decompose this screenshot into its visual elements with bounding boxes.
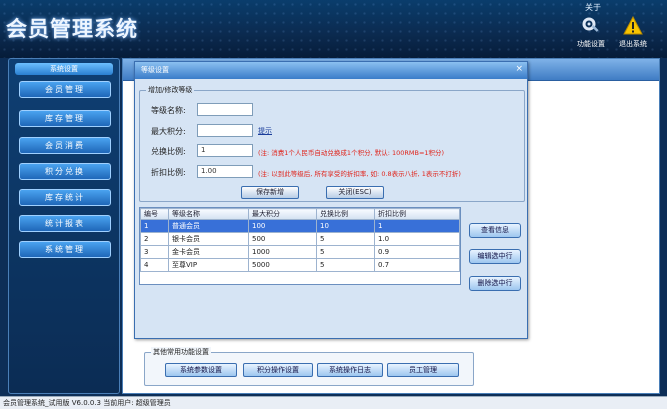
sidebar-header[interactable]: 系统设置 [15, 63, 113, 75]
about-link[interactable]: 关于 [585, 2, 601, 13]
discount-ratio-input[interactable]: 1.00 [197, 165, 253, 178]
table-row[interactable]: 2 银卡会员 500 5 1.0 [140, 232, 460, 246]
table-cell: 0.9 [374, 245, 460, 259]
status-bar: 会员管理系统_试用版 V6.0.0.3 当前用户: 超级管理员 [0, 396, 667, 409]
exchange-ratio-input[interactable]: 1 [197, 144, 253, 157]
column-header[interactable]: 等级名称 [168, 208, 249, 220]
level-settings-dialog: 等级设置 × 增加/修改等级 等级名称: 最大积分: 提示 兑换比例: 1 (注… [134, 61, 528, 339]
table-cell: 500 [248, 232, 317, 246]
table-cell: 银卡会员 [168, 232, 249, 246]
table-cell: 1.0 [374, 232, 460, 246]
table-cell: 至尊VIP [168, 258, 249, 272]
sidebar-item-members[interactable]: 会员管理 [19, 81, 111, 98]
sidebar: 系统设置 会员管理 库存管理 会员消费 积分兑换 库存统计 统计报表 系统管理 [8, 58, 120, 394]
operation-log-button[interactable]: 系统操作日志 [317, 363, 383, 377]
table-cell: 普通会员 [168, 219, 249, 233]
table-row[interactable]: 1 普通会员 100 10 1 [140, 219, 460, 233]
system-params-button[interactable]: 系统参数设置 [165, 363, 237, 377]
table-cell: 5 [316, 245, 375, 259]
table-row[interactable]: 4 至尊VIP 5000 5 0.7 [140, 258, 460, 272]
edit-row-button[interactable]: 编辑选中行 [469, 249, 521, 264]
table-cell: 5000 [248, 258, 317, 272]
table-cell: 5 [316, 232, 375, 246]
gear-icon [582, 17, 599, 32]
settings-tool-label: 功能设置 [577, 40, 605, 48]
dialog-title: 等级设置 [135, 62, 527, 79]
column-header[interactable]: 兑换比例 [316, 208, 375, 220]
table-cell: 4 [140, 258, 169, 272]
discount-ratio-label: 折扣比例: [151, 168, 186, 177]
view-info-button[interactable]: 查看信息 [469, 223, 521, 238]
exchange-ratio-label: 兑换比例: [151, 147, 186, 156]
table-cell: 2 [140, 232, 169, 246]
level-name-label: 等级名称: [151, 106, 186, 115]
top-banner: 会员管理系统 关于 功能设置 退出系统 [0, 0, 667, 58]
table-cell: 1000 [248, 245, 317, 259]
table-cell: 3 [140, 245, 169, 259]
table-cell: 10 [316, 219, 375, 233]
table-cell: 金卡会员 [168, 245, 249, 259]
max-points-label: 最大积分: [151, 127, 186, 136]
table-header-row: 编号 等级名称 最大积分 兑换比例 折扣比例 [140, 208, 460, 220]
table-cell: 1 [140, 219, 169, 233]
exit-tool[interactable]: 退出系统 [612, 16, 654, 49]
sidebar-item-system[interactable]: 系统管理 [19, 241, 111, 258]
table-row[interactable]: 3 金卡会员 1000 5 0.9 [140, 245, 460, 259]
points-settings-button[interactable]: 积分操作设置 [243, 363, 313, 377]
edit-level-legend: 增加/修改等级 [146, 85, 195, 95]
sidebar-item-exchange[interactable]: 积分兑换 [19, 163, 111, 180]
sidebar-item-stock[interactable]: 库存统计 [19, 189, 111, 206]
sidebar-item-reports[interactable]: 统计报表 [19, 215, 111, 232]
hint-link[interactable]: 提示 [258, 126, 272, 136]
warning-icon [623, 16, 643, 35]
column-header[interactable]: 最大积分 [248, 208, 317, 220]
max-points-input[interactable] [197, 124, 253, 137]
table-cell: 5 [316, 258, 375, 272]
close-button[interactable]: 关闭(ESC) [326, 186, 384, 199]
level-table[interactable]: 编号 等级名称 最大积分 兑换比例 折扣比例 1 普通会员 100 10 1 2 银卡会员… [139, 207, 461, 285]
other-functions-group: 其他常用功能设置 系统参数设置 积分操作设置 系统操作日志 员工管理 [144, 347, 474, 386]
column-header[interactable]: 编号 [140, 208, 169, 220]
column-header[interactable]: 折扣比例 [374, 208, 460, 220]
sidebar-item-inventory[interactable]: 库存管理 [19, 110, 111, 127]
settings-tool[interactable]: 功能设置 [570, 16, 612, 49]
table-cell: 100 [248, 219, 317, 233]
other-functions-legend: 其他常用功能设置 [151, 347, 211, 357]
save-new-button[interactable]: 保存新增 [241, 186, 299, 199]
discount-ratio-note: (注: 以到此等级后, 所有享受的折扣率, 如: 0.8表示八折, 1表示不打折… [258, 170, 461, 178]
table-cell: 0.7 [374, 258, 460, 272]
table-cell: 1 [374, 219, 460, 233]
staff-management-button[interactable]: 员工管理 [387, 363, 459, 377]
sidebar-item-consume[interactable]: 会员消费 [19, 137, 111, 154]
close-icon[interactable]: × [515, 64, 523, 75]
app-title: 会员管理系统 [6, 17, 138, 41]
exit-tool-label: 退出系统 [619, 40, 647, 48]
level-name-input[interactable] [197, 103, 253, 116]
delete-row-button[interactable]: 删除选中行 [469, 276, 521, 291]
exchange-ratio-note: (注: 消费1个人民币自动兑换成1个积分, 默认: 100RMB=1积分) [258, 149, 445, 157]
